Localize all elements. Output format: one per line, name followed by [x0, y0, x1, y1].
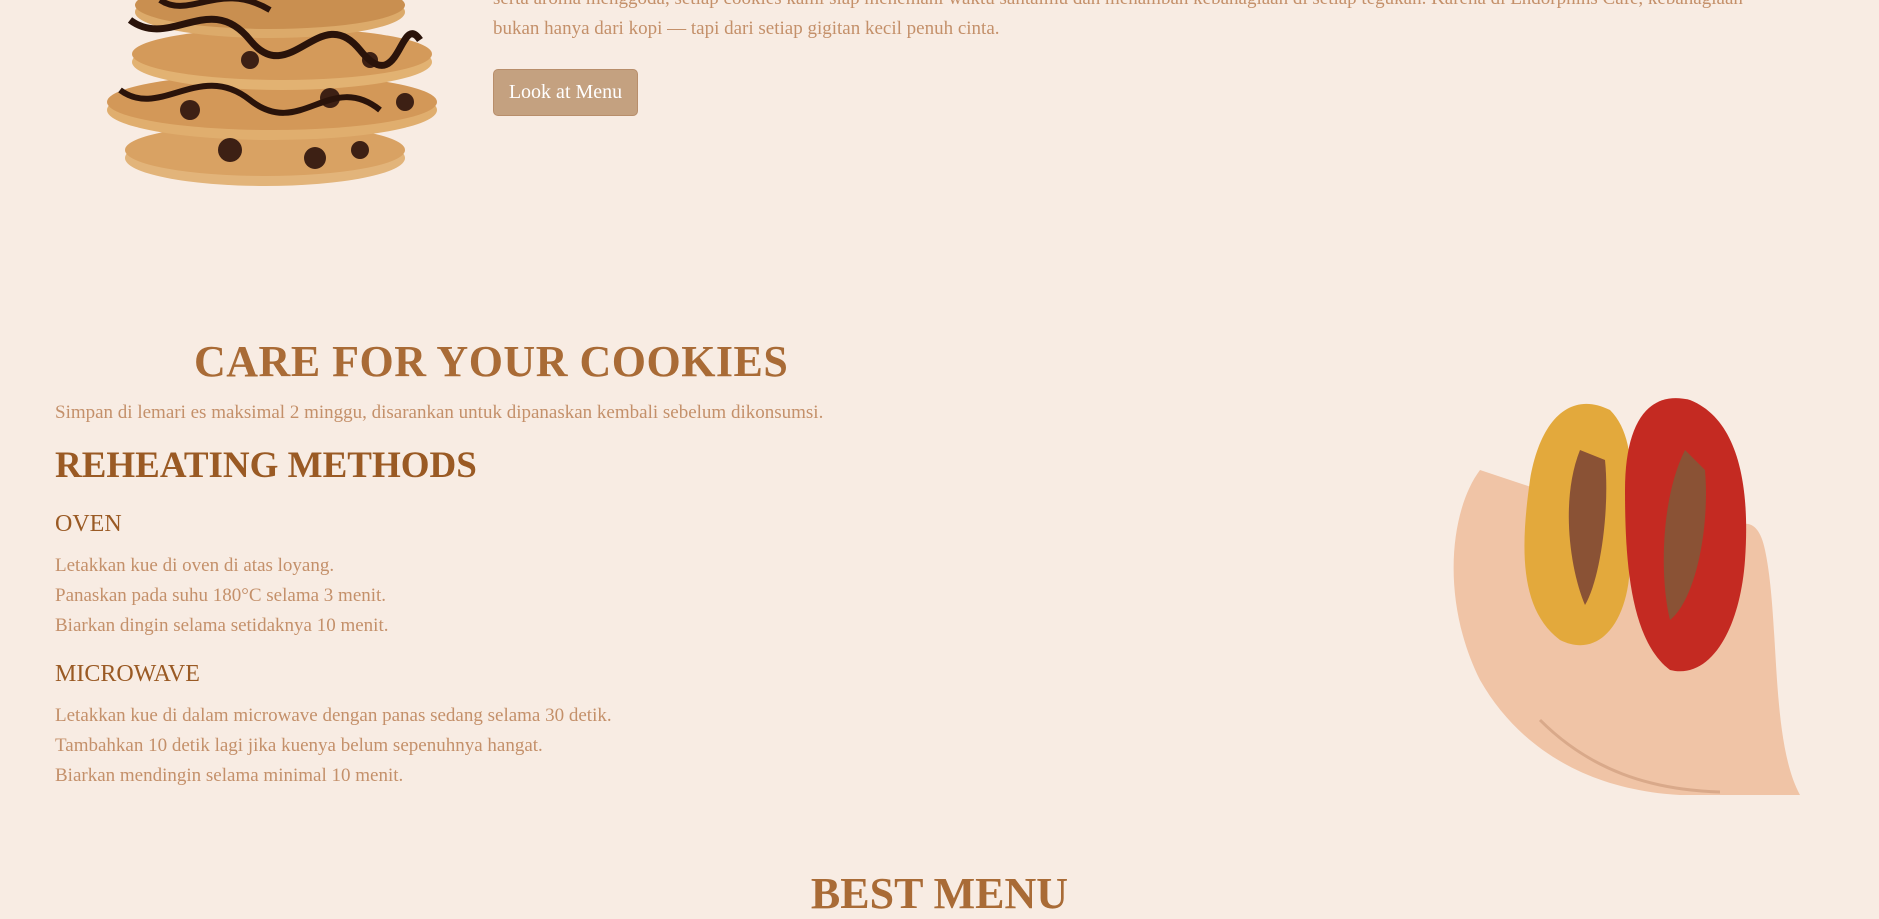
microwave-steps: Letakkan kue di dalam microwave dengan p… [55, 701, 612, 791]
list-item: Letakkan kue di dalam microwave dengan p… [55, 705, 612, 726]
hand-holding-cookies-image [1453, 398, 1800, 795]
best-menu-title: BEST MENU [810, 869, 1069, 918]
look-at-menu-button[interactable]: Look at Menu [493, 69, 638, 116]
list-item: Biarkan mendingin selama minimal 10 meni… [55, 765, 404, 786]
microwave-title: MICROWAVE [55, 661, 200, 687]
care-description: Simpan di lemari es maksimal 2 minggu, d… [55, 402, 824, 423]
list-item: Tambahkan 10 detik lagi jika kuenya belu… [55, 735, 543, 756]
intro-line-2: bukan hanya dari kopi — tapi dari setiap… [493, 18, 1000, 39]
intro-line-1: serta aroma menggoda, setiap cookies kam… [493, 0, 1743, 9]
cookie-stack-image [107, 0, 437, 186]
list-item: Panaskan pada suhu 180°C selama 3 menit. [55, 585, 387, 606]
care-title: CARE FOR YOUR COOKIES [194, 337, 789, 386]
list-item: Biarkan dingin selama setidaknya 10 meni… [55, 615, 389, 636]
oven-steps: Letakkan kue di oven di atas loyang. Pan… [55, 551, 388, 641]
reheating-methods-title: REHEATING METHODS [55, 445, 477, 486]
intro-paragraph: serta aroma menggoda, setiap cookies kam… [493, 0, 1825, 44]
oven-title: OVEN [55, 511, 122, 537]
list-item: Letakkan kue di oven di atas loyang. [55, 555, 335, 576]
